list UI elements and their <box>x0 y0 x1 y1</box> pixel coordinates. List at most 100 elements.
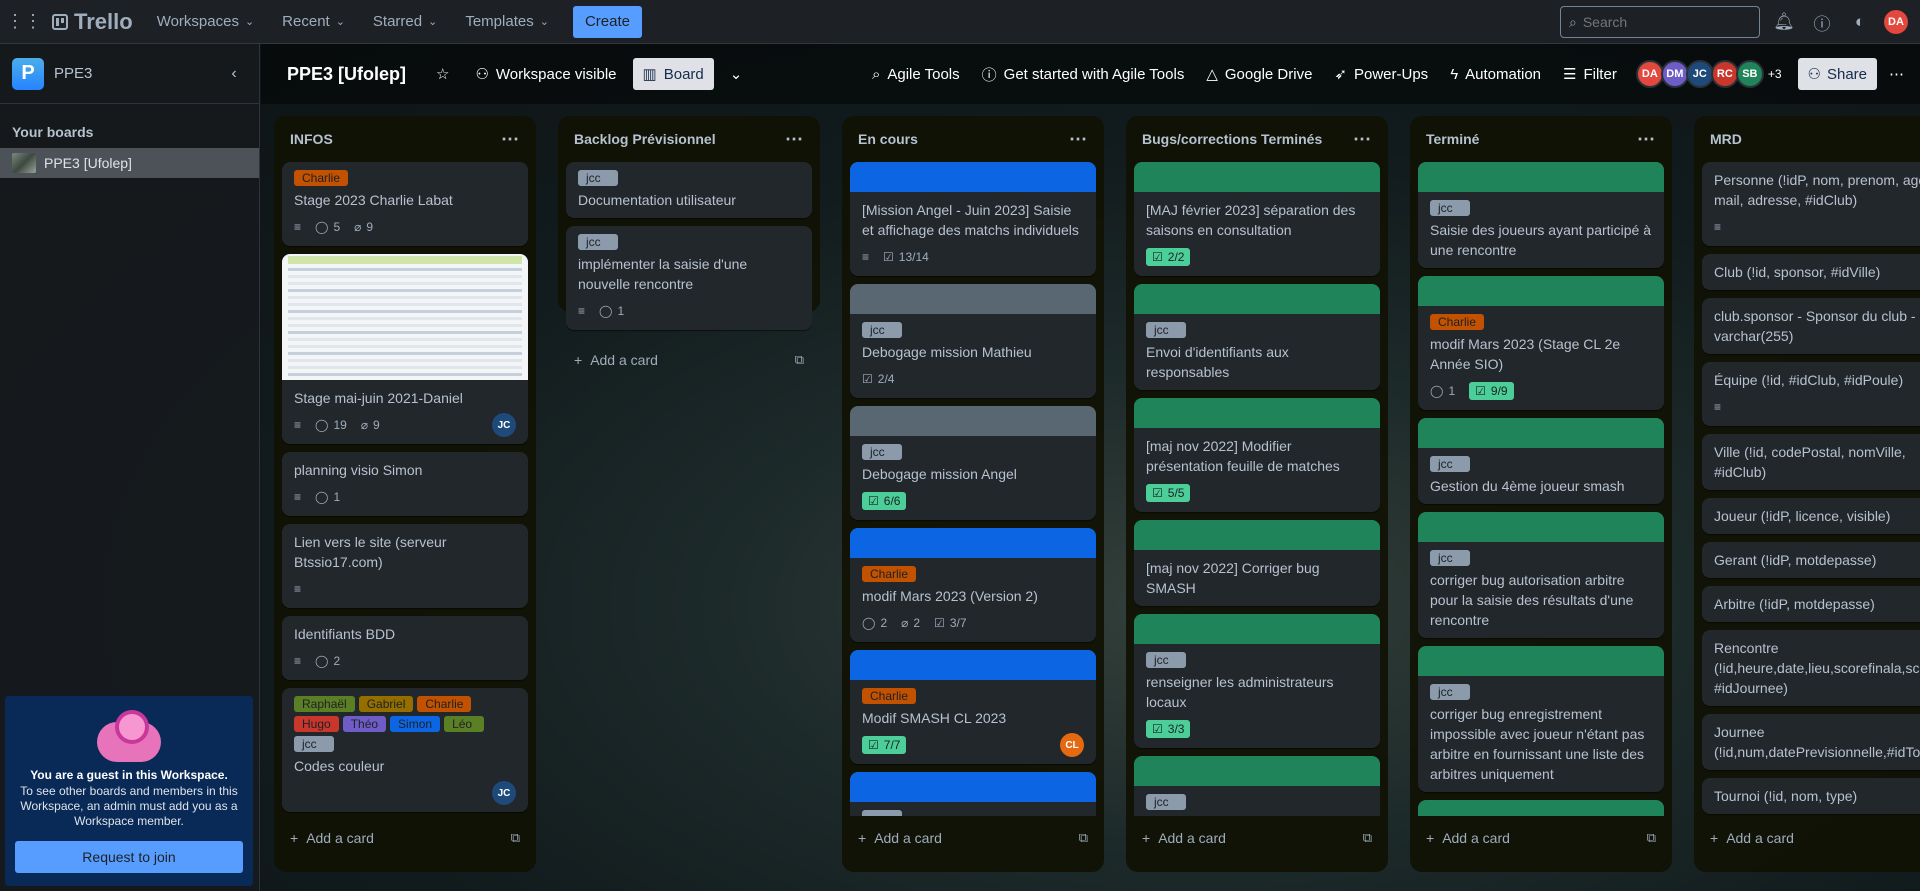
trello-logo[interactable]: Trello <box>44 6 141 38</box>
card-member-avatar[interactable]: CL <box>1060 733 1084 757</box>
card[interactable]: Identifiants BDD ≡ ◯ 2 <box>282 616 528 680</box>
automation-button[interactable]: ϟ Automation <box>1440 58 1551 90</box>
card-label[interactable]: jcc <box>1430 456 1470 472</box>
card-label[interactable]: jcc <box>862 322 902 338</box>
card-label[interactable]: Charlie <box>417 696 472 712</box>
card-label[interactable]: Théo <box>342 716 387 732</box>
card[interactable]: Rencontre (!id,heure,date,lieu,scorefina… <box>1702 630 1920 706</box>
card[interactable]: Tournoi (!id, nom, type) <box>1702 778 1920 814</box>
more-members-count[interactable]: +3 <box>1768 67 1782 81</box>
card[interactable]: jcc implémenter la saisie d'une nouvelle … <box>566 226 812 330</box>
agile-tools-button[interactable]: ⌕ Agile Tools <box>862 58 970 90</box>
help-icon[interactable]: ⓘ <box>1808 8 1836 36</box>
list-title[interactable]: Backlog Prévisionnel <box>574 131 716 147</box>
card[interactable]: [MAJ février 2023] séparation des saison… <box>1134 162 1380 276</box>
board-members[interactable]: DA DM JC RC SB +3 <box>1635 60 1782 88</box>
card-label[interactable]: Hugo <box>294 716 339 732</box>
card-template-icon[interactable]: ⧉ <box>1079 830 1088 846</box>
card[interactable]: jcc Gestion du 4ème joueur smash <box>1418 418 1664 504</box>
add-card-button[interactable]: + Add a card <box>290 830 374 846</box>
card[interactable]: Raphaël Gabriel Charlie Hugo Théo Simon Léo jcc… <box>282 688 528 812</box>
card-label[interactable]: Charlie <box>1430 314 1485 330</box>
list-title[interactable]: En cours <box>858 131 918 147</box>
add-card-button[interactable]: + Add a card <box>1710 830 1794 846</box>
menu-workspaces[interactable]: Workspaces ⌄ <box>145 6 266 38</box>
card-template-icon[interactable]: ⧉ <box>795 352 804 368</box>
card-label[interactable]: jcc <box>1146 652 1186 668</box>
member-avatar[interactable]: DA <box>1635 60 1664 88</box>
list-header[interactable]: Terminé ⋯ <box>1418 116 1664 162</box>
list-title[interactable]: INFOS <box>290 131 333 147</box>
notifications-icon[interactable]: 🔔︎ <box>1770 8 1798 36</box>
add-card-button[interactable]: + Add a card <box>1142 830 1226 846</box>
card-label[interactable]: Charlie <box>294 170 349 186</box>
member-avatar[interactable]: SB <box>1735 60 1764 88</box>
card-label[interactable]: Charlie <box>862 688 917 704</box>
member-avatar[interactable]: JC <box>1685 60 1714 88</box>
card-label[interactable]: jcc <box>294 736 334 752</box>
member-avatar[interactable]: DM <box>1660 60 1689 88</box>
card[interactable]: [maj nov 2022] Corriger bug SMASH <box>1134 520 1380 606</box>
member-avatar[interactable]: RC <box>1710 60 1739 88</box>
card[interactable]: jcc renseigner les administrateurs locaux… <box>1134 614 1380 748</box>
list-menu-icon[interactable]: ⋯ <box>785 129 804 150</box>
card[interactable]: Charlie Modif SMASH CL 2023 ☑ 7/7 CL <box>850 650 1096 764</box>
collapse-sidebar-icon[interactable]: ‹ <box>221 61 247 87</box>
card[interactable]: planning visio Simon ≡ ◯ 1 <box>282 452 528 516</box>
add-card-button[interactable]: + Add a card <box>574 352 658 368</box>
card-label[interactable]: jcc <box>578 234 618 250</box>
card-label[interactable] <box>862 810 902 816</box>
add-card-button[interactable]: + Add a card <box>858 830 942 846</box>
card-template-icon[interactable]: ⧉ <box>1647 830 1656 846</box>
list-header[interactable]: Backlog Prévisionnel ⋯ <box>566 116 812 162</box>
google-drive-button[interactable]: △ Google Drive <box>1196 58 1322 90</box>
get-started-button[interactable]: ⓘ Get started with Agile Tools <box>972 58 1195 90</box>
card[interactable]: jcc Debogage mission Mathieu ☑ 2/4 <box>850 284 1096 398</box>
views-dropdown[interactable]: ⌄ <box>720 58 753 90</box>
card[interactable]: Club (!id, sponsor, #idVille) <box>1702 254 1920 290</box>
list-menu-icon[interactable]: ⋯ <box>1353 129 1372 150</box>
list-menu-icon[interactable]: ⋯ <box>501 129 520 150</box>
card[interactable]: Charlie Stage 2023 Charlie Labat ≡ ◯ 5 ⌀ 9 <box>282 162 528 246</box>
card-label[interactable]: jcc <box>1430 550 1470 566</box>
list-title[interactable]: MRD <box>1710 131 1742 147</box>
list-header[interactable]: MRD⋯ <box>1702 116 1920 162</box>
card[interactable]: Stage mai-juin 2021-Daniel ≡ ◯ 19 ⌀ 9 JC <box>282 254 528 444</box>
card-label[interactable]: jcc <box>578 170 618 186</box>
card[interactable]: Joueur (!idP, licence, visible) <box>1702 498 1920 534</box>
board-title[interactable]: PPE3 [Ufolep] <box>287 64 420 85</box>
card[interactable]: club.sponsor - Sponsor du club - varchar… <box>1702 298 1920 354</box>
card[interactable]: Arbitre (!idP, motdepasse) <box>1702 586 1920 622</box>
card-label[interactable]: Simon <box>390 716 441 732</box>
card[interactable]: jcc corriger bug autorisation arbitre pou… <box>1418 512 1664 638</box>
visibility-button[interactable]: ⚇ Workspace visible <box>465 58 626 90</box>
card-label[interactable]: jcc <box>1146 794 1186 810</box>
list-header[interactable]: INFOS ⋯ <box>282 116 528 162</box>
card-label[interactable]: Raphaël <box>294 696 355 712</box>
card[interactable]: jcc Envoi d'identifiants aux responsables <box>1134 284 1380 390</box>
list-header[interactable]: Bugs/corrections Terminés ⋯ <box>1134 116 1380 162</box>
user-avatar[interactable]: DA <box>1884 10 1908 34</box>
power-ups-button[interactable]: ➶ Power-Ups <box>1324 58 1438 90</box>
card-label[interactable]: jcc <box>1146 322 1186 338</box>
card[interactable] <box>850 772 1096 816</box>
card-template-icon[interactable]: ⧉ <box>1363 830 1372 846</box>
card-label[interactable]: Gabriel <box>358 696 414 712</box>
card-member-avatar[interactable]: JC <box>492 413 516 437</box>
card[interactable]: Personne (!idP, nom, prenom, age, mail, … <box>1702 162 1920 246</box>
card[interactable]: jcc Saisie des joueurs ayant participé à … <box>1418 162 1664 268</box>
card-label[interactable]: Charlie <box>862 566 917 582</box>
card[interactable]: Charlie modif Mars 2023 (Stage CL 2e Anné… <box>1418 276 1664 410</box>
board-menu-button[interactable]: ⋯ <box>1879 58 1914 90</box>
card[interactable]: Ville (!id, codePostal, nomVille, #idClu… <box>1702 434 1920 490</box>
list-title[interactable]: Bugs/corrections Terminés <box>1142 131 1322 147</box>
card-label[interactable]: jcc <box>1430 684 1470 700</box>
card[interactable]: Lien vers le site (serveur Btssio17.com)… <box>282 524 528 608</box>
card[interactable]: jcc Documentation utilisateur <box>566 162 812 218</box>
search-box[interactable]: ⌕ <box>1560 6 1760 38</box>
card-template-icon[interactable]: ⧉ <box>511 830 520 846</box>
request-to-join-button[interactable]: Request to join <box>15 841 243 873</box>
share-button[interactable]: ⚇ Share <box>1797 58 1877 90</box>
card[interactable]: [Mission Angel - Juin 2023] Saisie et af… <box>850 162 1096 276</box>
card-label[interactable]: Léo <box>444 716 485 732</box>
